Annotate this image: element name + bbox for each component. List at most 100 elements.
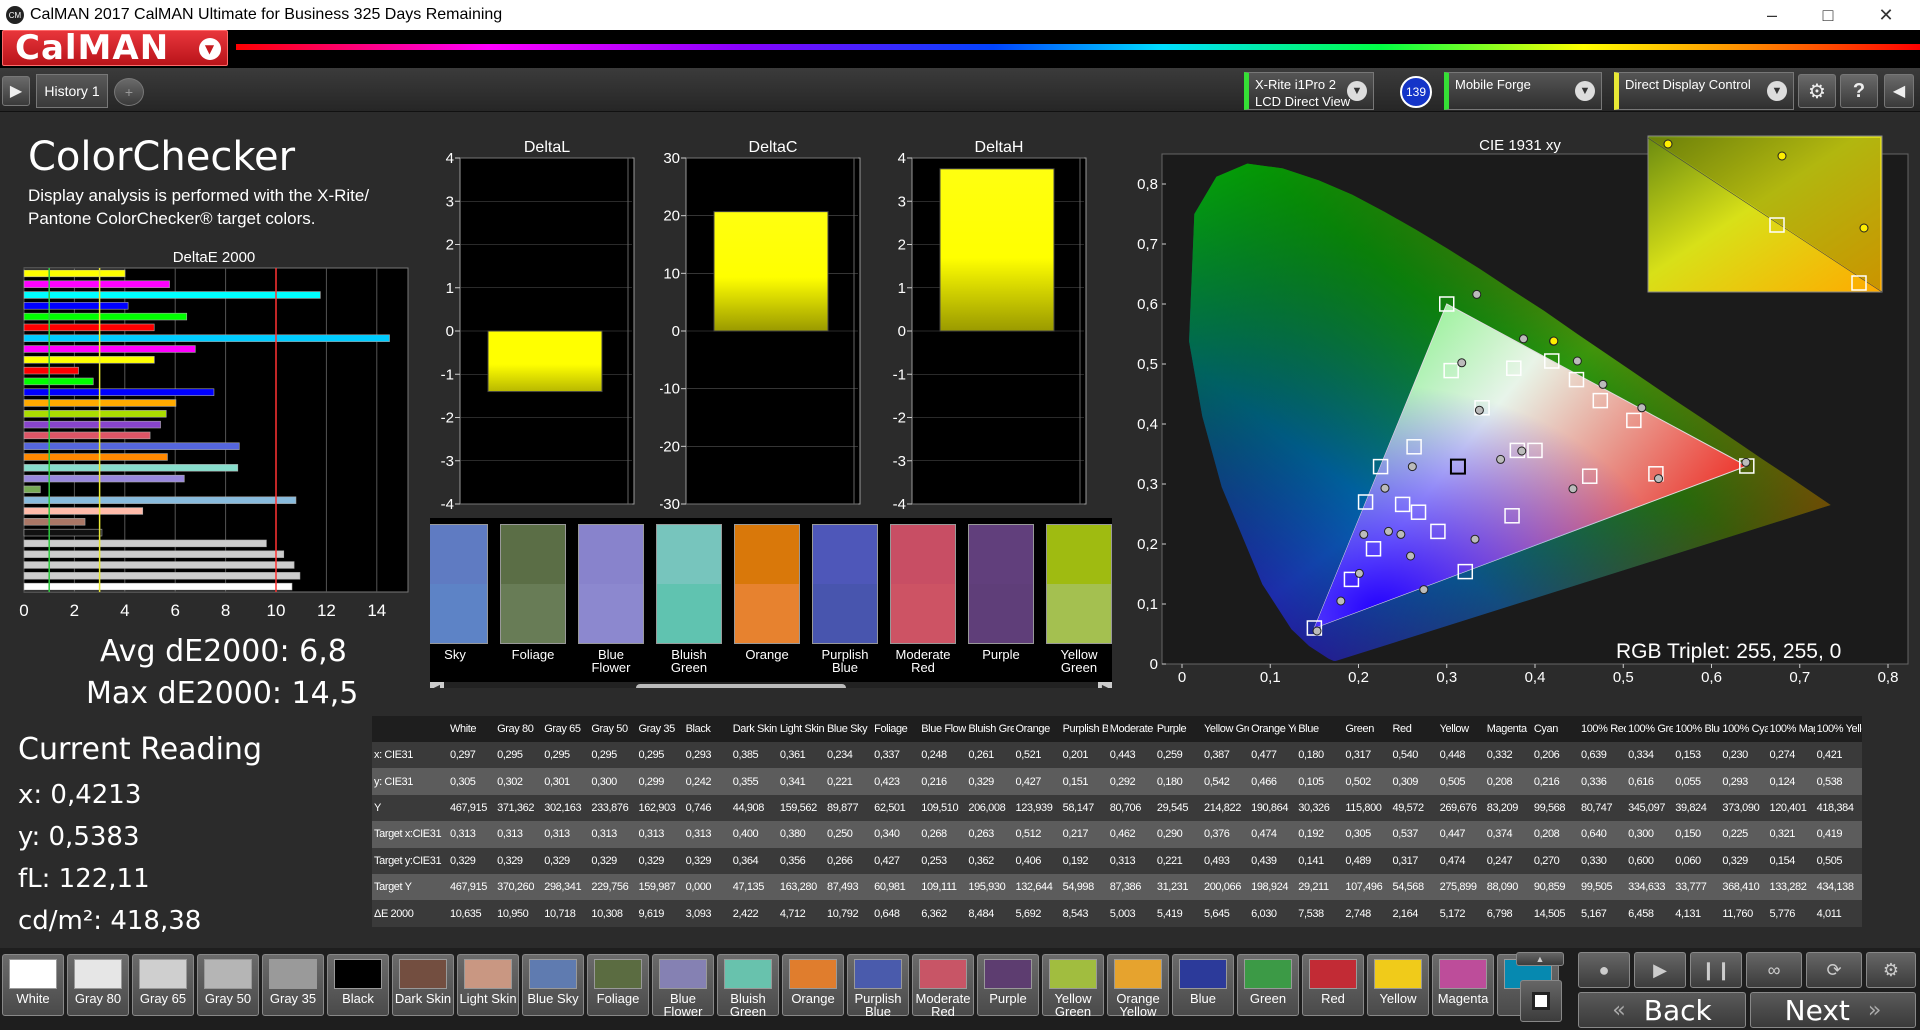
swatch-label: Blue (1189, 991, 1217, 1006)
max-de: Max dE2000: 14,5 (86, 676, 359, 711)
loop-icon[interactable]: ∞ (1746, 952, 1802, 988)
meter-selector[interactable]: X-Rite i1Pro 2 LCD Direct View ▼ (1244, 72, 1374, 110)
next-button[interactable]: Next » (1750, 992, 1916, 1028)
patch-item[interactable]: Blue Flower (578, 524, 644, 674)
swatch-button[interactable]: Yellow (1367, 954, 1429, 1016)
swatch-button[interactable]: Yellow Green (1042, 954, 1104, 1018)
title-bar: CM CalMAN 2017 CalMAN Ultimate for Busin… (0, 0, 1920, 30)
swatch-button[interactable]: Moderate Red (912, 954, 974, 1018)
patch-label: Yellow Green (1060, 647, 1098, 675)
swatch-button[interactable]: White (2, 954, 64, 1016)
record-icon[interactable]: ● (1578, 952, 1630, 988)
meter-badge[interactable]: 139 (1400, 76, 1432, 108)
patch-item[interactable]: Foliage (500, 524, 566, 674)
patch-measured-color (578, 584, 644, 644)
table-cell: 0,301 (542, 768, 590, 795)
refresh-icon[interactable]: ⟳ (1806, 952, 1862, 988)
close-icon[interactable]: ✕ (1858, 0, 1914, 30)
swatch-button[interactable]: Purple (977, 954, 1039, 1016)
play-icon[interactable]: ▶ (1634, 952, 1686, 988)
help-icon[interactable]: ? (1840, 74, 1878, 108)
stop-small-icon[interactable]: ▲ (1516, 952, 1564, 966)
table-cell: 162,903 (636, 794, 684, 822)
patch-item[interactable]: Bluish Green (656, 524, 722, 674)
pause-icon[interactable]: ❙❙ (1690, 952, 1742, 988)
swatch-button[interactable]: Orange (782, 954, 844, 1016)
deltae-bar-cyan (23, 518, 86, 526)
tab-history-1[interactable]: History 1 (36, 74, 108, 108)
table-cell: 33,777 (1673, 873, 1721, 901)
settings-small-icon[interactable]: ⚙ (1866, 952, 1916, 988)
scroll-thumb[interactable] (636, 684, 846, 688)
cie-y-tick-label: 0 (1150, 656, 1158, 673)
maximize-icon[interactable]: □ (1800, 0, 1856, 30)
swatch-label: Orange (791, 991, 835, 1006)
table-cell: 0,329 (1720, 847, 1768, 874)
table-cell: 6,798 (1484, 900, 1532, 927)
deltae-bar-magenta (23, 507, 144, 515)
chevron-down-icon: ▼ (1767, 81, 1787, 101)
deltae-bar-white (23, 269, 126, 278)
table-cell: Y (372, 794, 448, 822)
calman-logo-button[interactable]: CalMAN ▼ (2, 28, 228, 68)
swatch-button[interactable]: Blue Flower (652, 954, 714, 1018)
patch-target-color (812, 524, 878, 584)
patch-item[interactable]: Yellow Green (1046, 524, 1112, 674)
patch-scrollbar[interactable]: ◀ ▶ (430, 682, 1112, 688)
minimize-icon[interactable]: – (1744, 0, 1800, 30)
table-cell: 198,924 (1249, 873, 1297, 901)
swatch-button[interactable]: Light Skin (457, 954, 519, 1016)
table-cell: 0,505 (1814, 847, 1862, 874)
scroll-right-icon[interactable]: ▶ (1098, 682, 1112, 688)
swatch-button[interactable]: Dark Skin (392, 954, 454, 1016)
swatch-button[interactable]: Foliage (587, 954, 649, 1016)
swatch-button[interactable]: Purplish Blue (847, 954, 909, 1018)
swatch-button[interactable]: Blue (1172, 954, 1234, 1016)
stop-icon[interactable] (1520, 980, 1562, 1022)
scroll-left-icon[interactable]: ◀ (430, 682, 444, 688)
swatch-button[interactable]: Gray 50 (197, 954, 259, 1016)
swatch-button[interactable]: Red (1302, 954, 1364, 1016)
display-selector[interactable]: Direct Display Control ▼ (1614, 72, 1794, 110)
gear-icon[interactable]: ⚙ (1798, 74, 1836, 108)
table-cell: 109,111 (919, 873, 967, 901)
patch-item[interactable]: Sky (430, 524, 488, 674)
swatch-label: Magenta (1437, 991, 1489, 1006)
deltah-tick-label: 4 (898, 150, 906, 167)
chevron-down-icon: ▼ (199, 38, 221, 60)
swatch-button[interactable]: Gray 80 (67, 954, 129, 1016)
cie-x-tick-label: 0,6 (1701, 669, 1722, 686)
add-tab-button[interactable]: + (114, 78, 144, 106)
swatch-button[interactable]: Black (327, 954, 389, 1016)
swatch-label: Yellow (1379, 991, 1417, 1006)
table-cell: 0,180 (1296, 742, 1344, 769)
table-cell: 0,421 (1814, 742, 1862, 769)
patch-label: Foliage (511, 647, 555, 662)
swatch-label: Foliage (596, 991, 640, 1006)
cie-measured-point (1517, 446, 1527, 456)
patch-item[interactable]: Purplish Blue (812, 524, 878, 674)
source-selector[interactable]: Mobile Forge ▼ (1444, 72, 1602, 110)
deltae-bar-100-red (23, 528, 103, 537)
patch-item[interactable]: Moderate Red (890, 524, 956, 674)
swatch-button[interactable]: Magenta (1432, 954, 1494, 1016)
table-cell: 0,505 (1437, 768, 1485, 795)
patch-item[interactable]: Orange (734, 524, 800, 674)
deltal-tick-label: 2 (446, 237, 454, 254)
cie-measured-point (1472, 289, 1482, 299)
table-cell: 200,066 (1202, 873, 1250, 901)
back-button[interactable]: « Back (1578, 992, 1746, 1028)
swatch-button[interactable]: Green (1237, 954, 1299, 1016)
collapse-icon[interactable]: ◀ (1884, 74, 1914, 108)
table-column-header: Blue Sky (825, 716, 873, 742)
play-icon[interactable]: ▶ (2, 76, 30, 106)
swatch-button[interactable]: Bluish Green (717, 954, 779, 1018)
swatch-button[interactable]: Orange Yellow (1107, 954, 1169, 1018)
patch-item[interactable]: Purple (968, 524, 1034, 674)
swatch-button[interactable]: Gray 35 (262, 954, 324, 1016)
swatch-button[interactable]: Gray 65 (132, 954, 194, 1016)
cie-measured-point (1380, 483, 1390, 493)
table-cell: 0,329 (966, 768, 1014, 795)
swatch-chip (854, 959, 902, 989)
swatch-button[interactable]: Blue Sky (522, 954, 584, 1016)
